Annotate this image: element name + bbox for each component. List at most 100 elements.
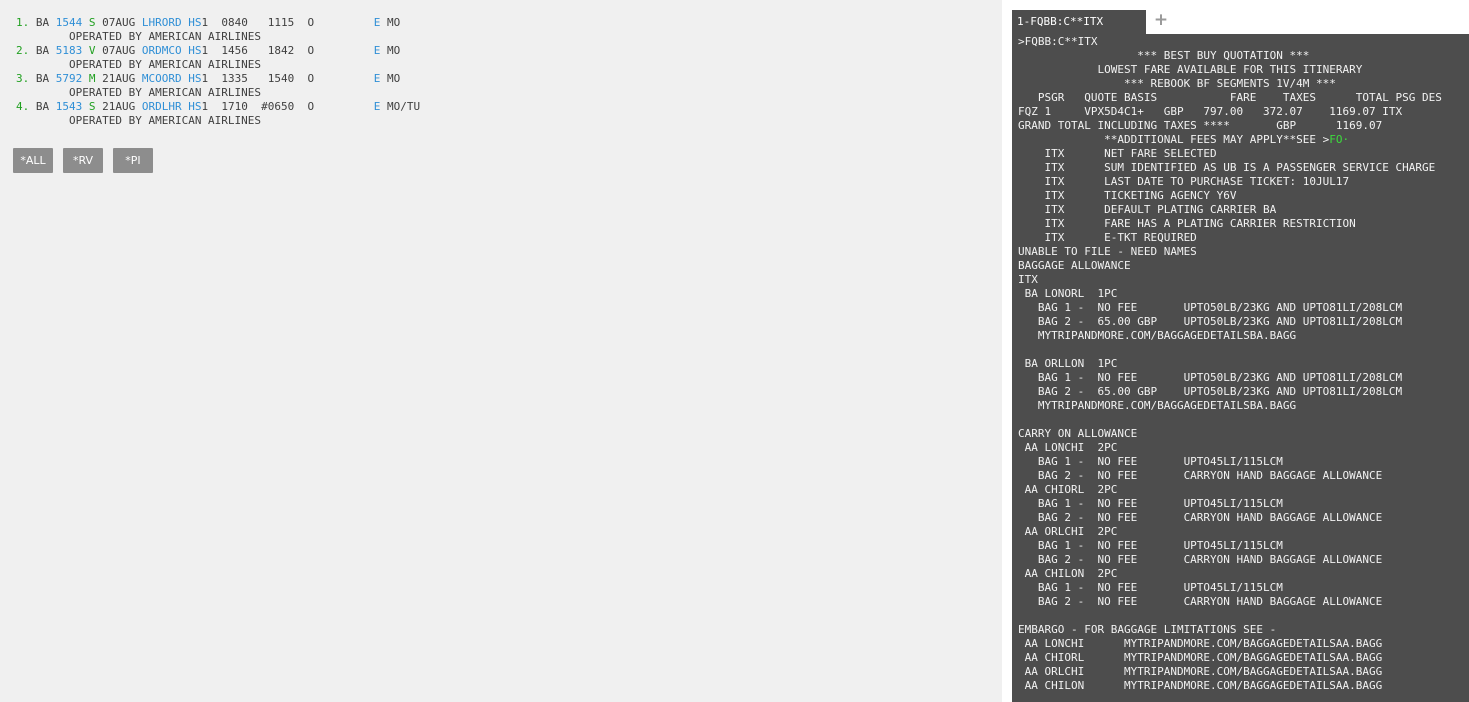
arrival-time: 1842 <box>267 44 295 57</box>
terminal-line: BAG 1 - NO FEE UPTO45LI/115LCM <box>1018 581 1283 594</box>
terminal-line: AA LONCHI MYTRIPANDMORE.COM/BAGGAGEDETAI… <box>1018 637 1383 650</box>
terminal-line: BAG 1 - NO FEE UPTO45LI/115LCM <box>1018 497 1283 510</box>
flight-date: 21AUG <box>102 72 136 85</box>
itinerary-list: 1. BA 1544 S 07AUG LHRORD HS1 0840 1115 … <box>16 16 420 128</box>
terminal-line: BA ORLLON 1PC <box>1018 357 1118 370</box>
fo-link-suffix: · <box>1342 133 1350 146</box>
segment-status[interactable]: HS <box>188 16 201 29</box>
terminal-line: ITX <box>1018 273 1038 286</box>
segment-o-flag: O <box>307 44 315 57</box>
operated-by-text: OPERATED BY AMERICAN AIRLINES <box>68 58 262 71</box>
segment-status[interactable]: HS <box>188 72 201 85</box>
pi-command-button[interactable]: *PI <box>113 148 153 173</box>
day-of-week: MO <box>386 44 401 57</box>
terminal-pane: 1-FQBB:C**ITX + >FQBB:C**ITX *** BEST BU… <box>1012 0 1469 702</box>
terminal-tab-active[interactable]: 1-FQBB:C**ITX <box>1012 10 1146 34</box>
terminal-line: ITX FARE HAS A PLATING CARRIER RESTRICTI… <box>1018 217 1356 230</box>
terminal-output[interactable]: >FQBB:C**ITX *** BEST BUY QUOTATION *** … <box>1012 34 1469 702</box>
segment-quantity: 1 <box>201 72 209 85</box>
booking-class: S <box>88 16 96 29</box>
terminal-line: BAG 1 - NO FEE UPTO45LI/115LCM <box>1018 539 1283 552</box>
terminal-line: CARRY ON ALLOWANCE <box>1018 427 1138 440</box>
segment-status[interactable]: HS <box>188 100 201 113</box>
day-of-week: MO <box>386 72 401 85</box>
terminal-line: AA CHILON MYTRIPANDMORE.COM/BAGGAGEDETAI… <box>1018 679 1383 692</box>
arrival-time: 1115 <box>267 16 295 29</box>
pane-divider[interactable] <box>1002 0 1012 702</box>
eticket-flag[interactable]: E <box>374 100 381 113</box>
segment-quantity: 1 <box>201 44 209 57</box>
terminal-line: BAG 2 - 65.00 GBP UPTO50LB/23KG AND UPTO… <box>1018 385 1403 398</box>
plus-icon[interactable]: + <box>1151 10 1171 30</box>
city-pair-link[interactable]: LHRORD <box>142 16 182 29</box>
fo-command-link[interactable]: FO <box>1329 133 1342 146</box>
terminal-line: ITX SUM IDENTIFIED AS UB IS A PASSENGER … <box>1018 161 1436 174</box>
terminal-line: >FQBB:C**ITX <box>1018 35 1098 48</box>
terminal-line: BA LONORL 1PC <box>1018 287 1118 300</box>
terminal-line: AA LONCHI 2PC <box>1018 441 1118 454</box>
booking-class: M <box>88 72 96 85</box>
terminal-tab-bar: 1-FQBB:C**ITX + <box>1012 0 1469 34</box>
terminal-line: BAG 2 - NO FEE CARRYON HAND BAGGAGE ALLO… <box>1018 469 1383 482</box>
city-pair-link[interactable]: ORDLHR <box>142 100 182 113</box>
eticket-flag[interactable]: E <box>374 72 381 85</box>
terminal-line: FQZ 1 VPX5D4C1+ GBP 797.00 372.07 1169.0… <box>1018 105 1403 118</box>
terminal-line: ITX E-TKT REQUIRED <box>1018 231 1197 244</box>
airline-code: BA <box>35 16 50 29</box>
terminal-line: BAG 1 - NO FEE UPTO45LI/115LCM <box>1018 455 1283 468</box>
command-button-bar: *ALL *RV *PI <box>13 148 153 173</box>
terminal-line: *** BEST BUY QUOTATION *** <box>1018 49 1310 62</box>
terminal-line: ITX TICKETING AGENCY Y6V <box>1018 189 1237 202</box>
segment-row: 1. BA 1544 S 07AUG LHRORD HS1 0840 1115 … <box>16 16 420 30</box>
arrival-time: #0650 <box>261 100 295 113</box>
operated-by-line: OPERATED BY AMERICAN AIRLINES <box>16 30 420 44</box>
day-of-week: MO <box>386 16 401 29</box>
rv-command-button[interactable]: *RV <box>63 148 103 173</box>
airline-code: BA <box>35 100 50 113</box>
terminal-line: MYTRIPANDMORE.COM/BAGGAGEDETAILSBA.BAGG <box>1018 329 1297 342</box>
departure-time: 1710 <box>221 100 248 113</box>
terminal-line: AA CHIORL MYTRIPANDMORE.COM/BAGGAGEDETAI… <box>1018 651 1383 664</box>
operated-by-line: OPERATED BY AMERICAN AIRLINES <box>16 86 420 100</box>
operated-by-text: OPERATED BY AMERICAN AIRLINES <box>68 114 262 127</box>
booking-class: V <box>88 44 96 57</box>
terminal-line: BAG 2 - NO FEE CARRYON HAND BAGGAGE ALLO… <box>1018 511 1383 524</box>
departure-time: 1456 <box>221 44 248 57</box>
terminal-line: ITX NET FARE SELECTED <box>1018 147 1217 160</box>
terminal-line: AA CHIORL 2PC <box>1018 483 1118 496</box>
terminal-line: BAG 2 - NO FEE CARRYON HAND BAGGAGE ALLO… <box>1018 553 1383 566</box>
segment-o-flag: O <box>307 16 315 29</box>
segment-number: 1. <box>16 16 30 29</box>
terminal-line: BAG 1 - NO FEE UPTO50LB/23KG AND UPTO81L… <box>1018 301 1403 314</box>
day-of-week: MO/TU <box>386 100 421 113</box>
segment-status[interactable]: HS <box>188 44 201 57</box>
terminal-line: MYTRIPANDMORE.COM/BAGGAGEDETAILSBA.BAGG <box>1018 399 1297 412</box>
booking-class: S <box>88 100 96 113</box>
flight-number-link[interactable]: 1544 <box>56 16 83 29</box>
itinerary-pane: 1. BA 1544 S 07AUG LHRORD HS1 0840 1115 … <box>0 0 1002 702</box>
segment-row: 3. BA 5792 M 21AUG MCOORD HS1 1335 1540 … <box>16 72 420 86</box>
segment-o-flag: O <box>307 72 315 85</box>
flight-number-link[interactable]: 5183 <box>56 44 83 57</box>
city-pair-link[interactable]: ORDMCO <box>142 44 182 57</box>
airline-code: BA <box>35 72 50 85</box>
eticket-flag[interactable]: E <box>374 16 381 29</box>
departure-time: 0840 <box>221 16 248 29</box>
flight-number-link[interactable]: 5792 <box>56 72 83 85</box>
flight-date: 07AUG <box>102 44 136 57</box>
city-pair-link[interactable]: MCOORD <box>142 72 182 85</box>
operated-by-line: OPERATED BY AMERICAN AIRLINES <box>16 58 420 72</box>
segment-row: 4. BA 1543 S 21AUG ORDLHR HS1 1710 #0650… <box>16 100 420 114</box>
terminal-line: *** REBOOK BF SEGMENTS 1V/4M *** <box>1018 77 1336 90</box>
terminal-line: **ADDITIONAL FEES MAY APPLY**SEE >FO· <box>1018 133 1350 146</box>
terminal-line: BAG 2 - 65.00 GBP UPTO50LB/23KG AND UPTO… <box>1018 315 1403 328</box>
terminal-line: EMBARGO - FOR BAGGAGE LIMITATIONS SEE - <box>1018 623 1277 636</box>
segment-row: 2. BA 5183 V 07AUG ORDMCO HS1 1456 1842 … <box>16 44 420 58</box>
terminal-line: AA CHILON 2PC <box>1018 567 1118 580</box>
eticket-flag[interactable]: E <box>374 44 381 57</box>
all-command-button[interactable]: *ALL <box>13 148 53 173</box>
flight-number-link[interactable]: 1543 <box>56 100 83 113</box>
